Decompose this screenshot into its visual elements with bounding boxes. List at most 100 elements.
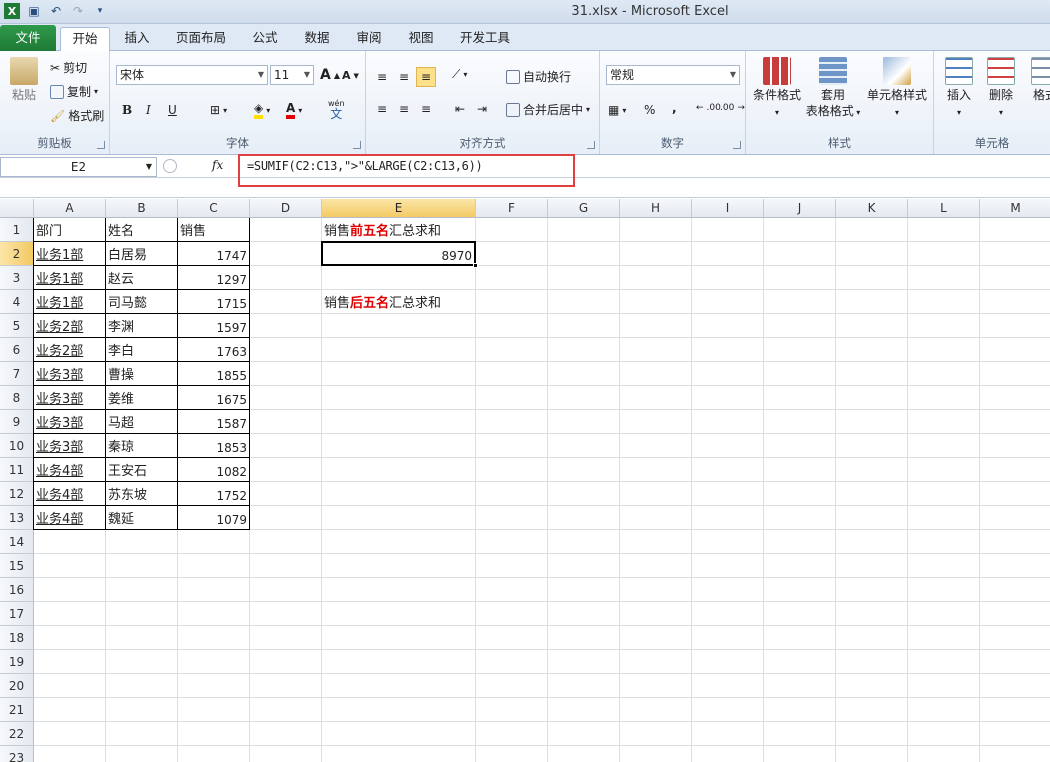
table-cell-department[interactable]: 业务3部: [34, 362, 106, 386]
table-cell-name[interactable]: 李渊: [106, 314, 178, 338]
font-color-button[interactable]: A ▾: [286, 101, 302, 119]
tab-page-layout[interactable]: 页面布局: [168, 27, 234, 51]
table-cell-name[interactable]: 曹操: [106, 362, 178, 386]
insert-cells-button[interactable]: 插入 ▾: [940, 57, 978, 121]
table-cell-department[interactable]: 业务4部: [34, 482, 106, 506]
table-cell-sales[interactable]: 1587: [178, 410, 250, 434]
tab-file[interactable]: 文件: [0, 25, 56, 51]
table-cell-department[interactable]: 业务3部: [34, 386, 106, 410]
copy-button[interactable]: 复制 ▾: [50, 83, 98, 100]
table-header-cell[interactable]: 部门: [34, 218, 106, 242]
align-bottom-button[interactable]: ≡: [416, 67, 436, 87]
align-center-button[interactable]: ≡: [394, 99, 414, 119]
row-header-11[interactable]: 11: [0, 458, 34, 482]
column-header-i[interactable]: I: [692, 199, 764, 218]
table-cell-department[interactable]: 业务1部: [34, 266, 106, 290]
cancel-formula-icon[interactable]: [163, 159, 177, 173]
row-header-7[interactable]: 7: [0, 362, 34, 386]
table-cell-name[interactable]: 秦琼: [106, 434, 178, 458]
format-cells-button[interactable]: 格式: [1026, 57, 1050, 103]
align-right-button[interactable]: ≡: [416, 99, 436, 119]
row-header-15[interactable]: 15: [0, 554, 34, 578]
cell-styles-button[interactable]: 单元格样式 ▾: [862, 57, 932, 121]
row-header-5[interactable]: 5: [0, 314, 34, 338]
cell-e4-label[interactable]: 销售后五名汇总求和: [322, 290, 522, 314]
table-cell-sales[interactable]: 1752: [178, 482, 250, 506]
select-all-corner[interactable]: [0, 199, 34, 218]
row-header-1[interactable]: 1: [0, 218, 34, 242]
column-header-b[interactable]: B: [106, 199, 178, 218]
tab-home[interactable]: 开始: [60, 27, 110, 52]
font-name-select[interactable]: 宋体 ▼: [116, 65, 268, 85]
table-cell-name[interactable]: 白居易: [106, 242, 178, 266]
table-cell-sales[interactable]: 1597: [178, 314, 250, 338]
align-middle-button[interactable]: ≡: [394, 67, 414, 87]
table-cell-department[interactable]: 业务1部: [34, 290, 106, 314]
tab-view[interactable]: 视图: [400, 27, 442, 51]
currency-button[interactable]: ▦ ▾: [608, 103, 626, 117]
format-as-table-button[interactable]: 套用 表格格式 ▾: [804, 57, 862, 121]
decrease-decimal-button[interactable]: .00 →: [720, 103, 745, 113]
table-cell-sales[interactable]: 1853: [178, 434, 250, 458]
table-header-cell[interactable]: 姓名: [106, 218, 178, 242]
row-header-22[interactable]: 22: [0, 722, 34, 746]
merge-center-button[interactable]: 合并后居中 ▾: [506, 101, 590, 118]
table-cell-department[interactable]: 业务3部: [34, 410, 106, 434]
tab-insert[interactable]: 插入: [114, 27, 160, 51]
underline-button[interactable]: U: [168, 103, 177, 117]
align-top-button[interactable]: ≡: [372, 67, 392, 87]
table-cell-name[interactable]: 赵云: [106, 266, 178, 290]
row-header-9[interactable]: 9: [0, 410, 34, 434]
delete-cells-button[interactable]: 删除 ▾: [982, 57, 1020, 121]
row-header-2[interactable]: 2: [0, 242, 34, 266]
tab-review[interactable]: 审阅: [348, 27, 390, 51]
table-cell-sales[interactable]: 1763: [178, 338, 250, 362]
bold-button[interactable]: B: [122, 103, 132, 117]
column-header-k[interactable]: K: [836, 199, 908, 218]
table-header-cell[interactable]: 销售: [178, 218, 250, 242]
grow-font-button[interactable]: A ▲: [320, 67, 340, 83]
row-header-12[interactable]: 12: [0, 482, 34, 506]
column-header-j[interactable]: J: [764, 199, 836, 218]
fill-color-button[interactable]: ◈ ▾: [254, 101, 270, 119]
increase-decimal-button[interactable]: ← .00: [696, 103, 721, 113]
cut-button[interactable]: ✂ 剪切: [50, 59, 87, 76]
wrap-text-button[interactable]: 自动换行: [506, 68, 571, 85]
dialog-launcher-icon[interactable]: [733, 141, 741, 149]
row-header-17[interactable]: 17: [0, 602, 34, 626]
dialog-launcher-icon[interactable]: [587, 141, 595, 149]
tab-data[interactable]: 数据: [296, 27, 338, 51]
row-header-20[interactable]: 20: [0, 674, 34, 698]
conditional-formatting-button[interactable]: 条件格式 ▾: [748, 57, 806, 121]
table-cell-sales[interactable]: 1082: [178, 458, 250, 482]
tab-formulas[interactable]: 公式: [244, 27, 286, 51]
number-format-select[interactable]: 常规 ▼: [606, 65, 740, 85]
decrease-indent-button[interactable]: ⇤: [450, 99, 470, 119]
table-cell-name[interactable]: 魏延: [106, 506, 178, 530]
row-header-14[interactable]: 14: [0, 530, 34, 554]
table-cell-name[interactable]: 王安石: [106, 458, 178, 482]
name-box[interactable]: E2 ▼: [0, 157, 157, 177]
worksheet-grid[interactable]: A B C D E F G H I J K L M 1 2 3 4 5 6 7 8 9 10 11 12 13 14 15 16 17 18…: [0, 199, 1050, 762]
row-header-3[interactable]: 3: [0, 266, 34, 290]
row-header-23[interactable]: 23: [0, 746, 34, 762]
column-header-f[interactable]: F: [476, 199, 548, 218]
row-header-13[interactable]: 13: [0, 506, 34, 530]
table-cell-department[interactable]: 业务1部: [34, 242, 106, 266]
dialog-launcher-icon[interactable]: [353, 141, 361, 149]
table-cell-department[interactable]: 业务4部: [34, 506, 106, 530]
paste-button[interactable]: 粘贴: [6, 57, 42, 103]
table-cell-sales[interactable]: 1675: [178, 386, 250, 410]
row-header-16[interactable]: 16: [0, 578, 34, 602]
row-header-4[interactable]: 4: [0, 290, 34, 314]
table-cell-sales[interactable]: 1079: [178, 506, 250, 530]
align-left-button[interactable]: ≡: [372, 99, 392, 119]
table-cell-department[interactable]: 业务3部: [34, 434, 106, 458]
borders-button[interactable]: ⊞ ▾: [210, 103, 227, 117]
cell-e1-label[interactable]: 销售前五名汇总求和: [322, 218, 522, 242]
table-cell-department[interactable]: 业务2部: [34, 314, 106, 338]
increase-indent-button[interactable]: ⇥: [472, 99, 492, 119]
row-header-6[interactable]: 6: [0, 338, 34, 362]
table-cell-name[interactable]: 马超: [106, 410, 178, 434]
comma-button[interactable]: ,: [672, 101, 677, 115]
